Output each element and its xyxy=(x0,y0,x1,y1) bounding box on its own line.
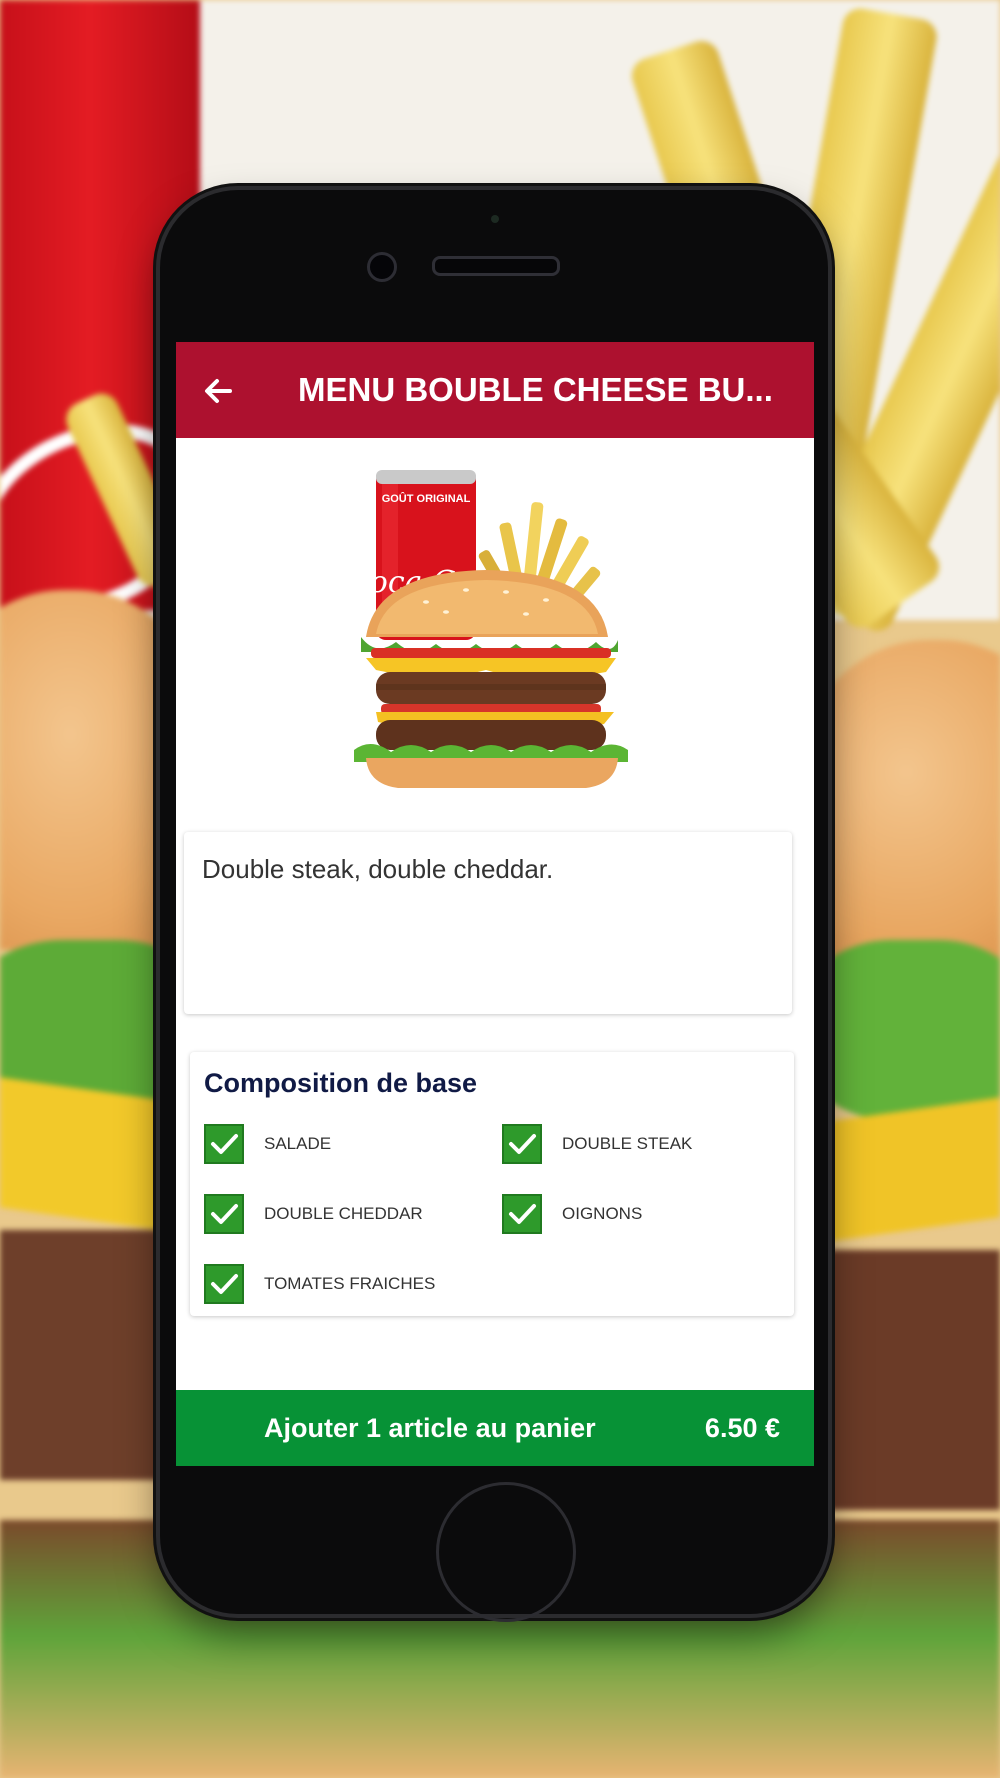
cart-price: 6.50 € xyxy=(704,1413,780,1443)
ingredient-oignons[interactable]: OIGNONS xyxy=(502,1194,762,1236)
back-button[interactable] xyxy=(196,368,242,414)
ingredient-label: TOMATES FRAICHES xyxy=(264,1274,436,1293)
ingredient-salade[interactable]: SALADE xyxy=(204,1124,464,1166)
proximity-sensor xyxy=(491,215,499,223)
checkbox[interactable] xyxy=(204,1194,244,1234)
page-title: MENU BOUBLE CHEESE BU... xyxy=(298,371,773,408)
earpiece-speaker xyxy=(432,256,560,276)
ingredient-double-cheddar[interactable]: DOUBLE CHEDDAR xyxy=(204,1194,464,1236)
ingredient-label: DOUBLE STEAK xyxy=(562,1134,693,1153)
front-camera xyxy=(367,252,397,282)
checkbox[interactable] xyxy=(204,1264,244,1304)
home-button[interactable] xyxy=(436,1482,576,1622)
composition-card: Composition de base SALADE DOUBLE STEAK … xyxy=(190,1052,794,1316)
add-to-cart-button[interactable]: Ajouter 1 article au panier 6.50 € xyxy=(176,1390,814,1466)
checkmark-icon xyxy=(211,1204,238,1224)
can-label: GOÛT ORIGINAL xyxy=(382,492,471,505)
ingredient-label: OIGNONS xyxy=(562,1204,643,1223)
checkbox[interactable] xyxy=(502,1124,542,1164)
burger-menu-image: GOÛT ORIGINAL Coca-Cola xyxy=(347,470,628,788)
arrow-left-icon xyxy=(205,379,232,403)
app-screen: MENU BOUBLE CHEESE BU... GOÛT ORIGINAL C… xyxy=(176,342,814,1466)
checkmark-icon xyxy=(211,1134,238,1154)
checkmark-icon xyxy=(211,1274,238,1294)
ingredient-label: SALADE xyxy=(264,1134,332,1153)
ingredient-double-steak[interactable]: DOUBLE STEAK xyxy=(502,1124,762,1166)
checkbox[interactable] xyxy=(502,1194,542,1234)
checkmark-icon xyxy=(509,1134,536,1154)
ingredient-tomates-fraiches[interactable]: TOMATES FRAICHES xyxy=(204,1264,504,1306)
checkmark-icon xyxy=(509,1204,536,1224)
product-description: Double steak, double cheddar. xyxy=(202,854,554,884)
checkbox[interactable] xyxy=(204,1124,244,1164)
description-card: Double steak, double cheddar. xyxy=(184,832,792,1014)
ingredient-label: DOUBLE CHEDDAR xyxy=(264,1204,423,1223)
add-to-cart-label: Ajouter 1 article au panier xyxy=(264,1413,596,1443)
app-bar: MENU BOUBLE CHEESE BU... xyxy=(176,342,814,438)
composition-title: Composition de base xyxy=(204,1068,478,1098)
